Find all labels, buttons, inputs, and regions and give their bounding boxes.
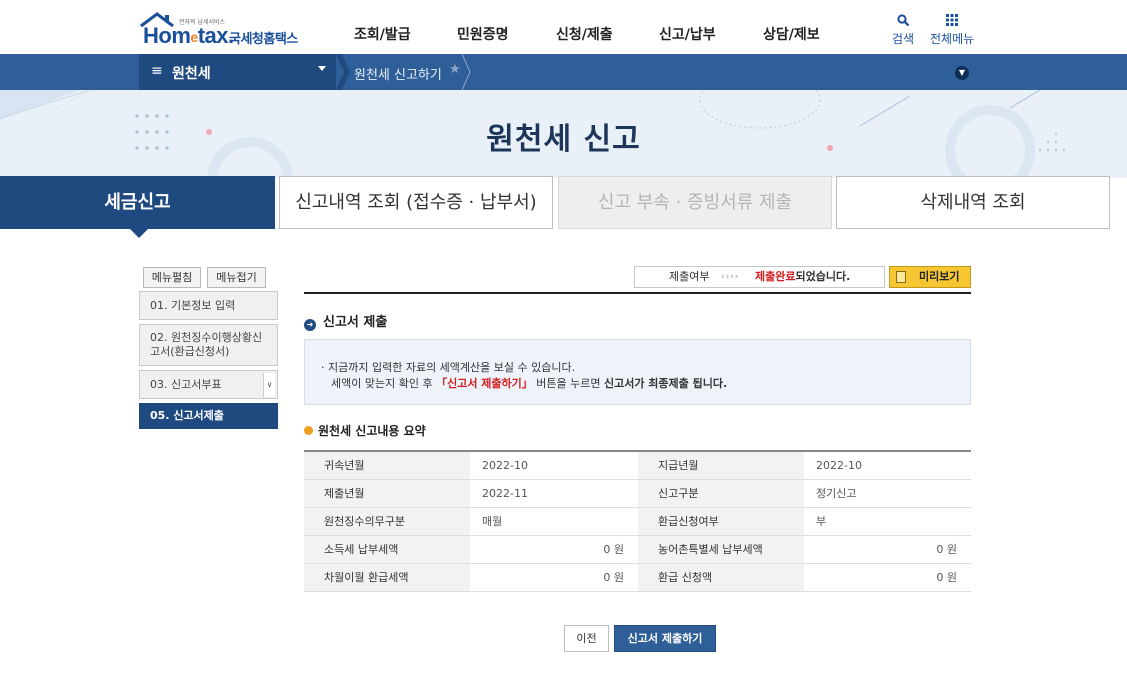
summary-value: 0 원 [470,535,638,564]
breadcrumb-current[interactable]: 원천세 신고하기 [354,64,442,83]
menu-expand-button[interactable]: 메뉴펼침 [143,267,201,288]
breadcrumb-separator-icon [336,54,350,90]
site-header: 전자적 납세서비스 Hometax. 국세청홈택스 조회/발급 민원증명 신청/… [0,0,1127,54]
sidebar-item-basic-info[interactable]: 01. 기본정보 입력 [139,291,278,320]
bullet-icon [304,426,313,435]
active-tab-pointer [130,229,148,238]
preview-button[interactable]: 미리보기 [889,266,971,288]
page-banner: 원천세 신고 [0,90,1127,178]
summary-key: 귀속년월 [304,450,470,480]
summary-value: 2022-10 [470,450,638,480]
summary-key: 환급 신청액 [638,563,804,592]
summary-key: 지급년월 [638,450,804,480]
table-row: 제출년월 2022-11 신고구분 정기신고 [304,479,971,508]
summary-key: 신고구분 [638,479,804,508]
search-icon [892,14,914,30]
hamburger-icon: ≡ [151,63,163,79]
menu-collapse-button[interactable]: 메뉴접기 [207,267,266,288]
table-row: 귀속년월 2022-10 지급년월 2022-10 [304,450,971,480]
search-label: 검색 [892,32,915,46]
submit-report-button[interactable]: 신고서 제출하기 [614,625,716,652]
summary-key: 환급신청여부 [638,507,804,536]
section-title: ➔ 신고서 제출 [304,311,387,331]
menu-dropdown[interactable]: ≡ 원천세 [139,54,336,90]
summary-key: 차월이월 환급세액 [304,563,470,592]
sidebar-item-withholding-report[interactable]: 02. 원천징수이행상황신고서(환급신청서) [139,324,278,366]
expand-chevron-icon[interactable]: ▼ [955,66,969,80]
all-menu-label: 전체메뉴 [930,32,975,46]
logo-wordmark: Hometax. [143,23,234,48]
submission-status: 제출여부 ›››› 제출완료되었습니다. [634,266,885,288]
breadcrumb-end-icon [462,54,471,90]
table-row: 소득세 납부세액 0 원 농어촌특별세 납부세액 0 원 [304,535,971,564]
grid-menu-icon [930,14,974,30]
gnb-item-application[interactable]: 신청/제출 [556,24,613,44]
table-row: 차월이월 환급세액 0 원 환급 신청액 0 원 [304,563,971,592]
tab-tax-report[interactable]: 세금신고 [0,176,275,229]
summary-table: 귀속년월 2022-10 지급년월 2022-10 제출년월 2022-11 신… [304,450,971,592]
chevron-down-icon[interactable]: ∨ [263,373,275,397]
gnb-item-inquiry[interactable]: 조회/발급 [354,24,411,44]
hometax-logo[interactable]: 전자적 납세서비스 Hometax. 국세청홈택스 [139,12,309,48]
notice-box: · 지금까지 입력한 자료의 세액계산을 보실 수 있습니다. 세액이 맞는지 … [304,339,971,405]
summary-value: 2022-11 [470,479,638,508]
preview-label: 미리보기 [919,270,960,283]
gnb-item-certificate[interactable]: 민원증명 [457,24,509,44]
summary-key: 원천징수의무구분 [304,507,470,536]
gnb-item-report-payment[interactable]: 신고/납부 [659,24,716,44]
summary-value: 부 [804,507,971,536]
document-icon [896,271,906,283]
summary-value: 0 원 [470,563,638,592]
notice-line-1: · 지금까지 입력한 자료의 세액계산을 보실 수 있습니다. [321,361,576,374]
star-icon[interactable]: ★ [449,62,461,77]
status-value: 제출완료되었습니다. [755,270,851,283]
tab-deleted-history[interactable]: 삭제내역 조회 [836,176,1110,229]
section-divider [304,292,971,294]
summary-key: 농어촌특별세 납부세액 [638,535,804,564]
status-arrows: ›››› [721,272,740,282]
all-menu-button[interactable]: 전체메뉴 [930,14,974,47]
menu-dropdown-label: 원천세 [172,66,211,82]
prev-button[interactable]: 이전 [564,625,609,652]
sidebar-item-label: 03. 신고서부표 [150,378,222,391]
status-key: 제출여부 [669,270,710,283]
tab-attachments-submit: 신고 부속 · 증빙서류 제출 [558,176,832,229]
table-row: 원천징수의무구분 매월 환급신청여부 부 [304,507,971,536]
summary-title: 원천세 신고내용 요약 [304,422,426,439]
tab-report-history[interactable]: 신고내역 조회 (접수증 · 납부서) [279,176,553,229]
summary-key: 소득세 납부세액 [304,535,470,564]
summary-value: 0 원 [804,563,971,592]
summary-key: 제출년월 [304,479,470,508]
logo-subtitle: 국세청홈택스 [229,32,298,47]
sidebar-item-attached-tables[interactable]: 03. 신고서부표 ∨ [139,370,278,399]
sidebar-item-submit[interactable]: 05. 신고서제출 [139,403,278,429]
summary-value: 2022-10 [804,450,971,480]
arrow-circle-icon: ➔ [304,319,316,331]
page-title: 원천세 신고 [486,122,641,157]
summary-value: 0 원 [804,535,971,564]
summary-value: 정기신고 [804,479,971,508]
search-button[interactable]: 검색 [892,14,914,47]
caret-down-icon [318,66,326,71]
gnb-item-consult[interactable]: 상담/제보 [763,24,820,44]
summary-value: 매월 [470,507,638,536]
notice-line-2: 세액이 맞는지 확인 후 「신고서 제출하기」 버튼을 누르면 신고서가 최종제… [331,377,728,390]
